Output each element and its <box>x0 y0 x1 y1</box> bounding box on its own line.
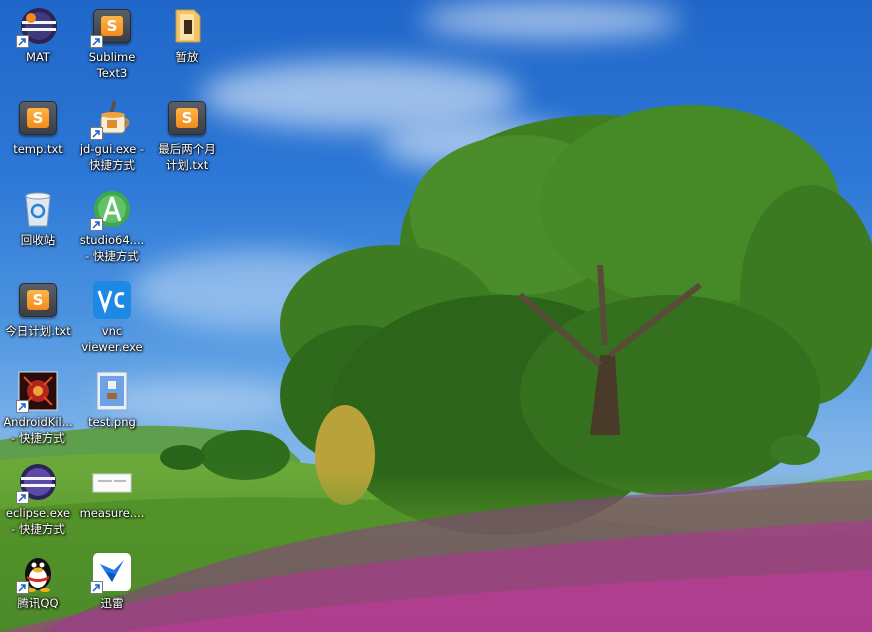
desktop-icon-today-plan[interactable]: S 今日计划.txt <box>0 274 76 358</box>
desktop-icon-eclipse[interactable]: eclipse.exe - 快捷方式 <box>0 456 76 540</box>
desktop-icon-label: measure.... <box>79 506 145 520</box>
sublime-text-icon: S <box>18 280 58 320</box>
desktop-icon-label: temp.txt <box>13 142 63 156</box>
android-studio-icon <box>90 189 132 231</box>
cloud <box>420 0 680 40</box>
shortcut-arrow-icon <box>16 35 29 48</box>
desktop-icon-label: 暂放 <box>175 50 199 64</box>
desktop-icon-label: 今日计划.txt <box>5 324 71 338</box>
androidkiller-icon <box>16 371 58 413</box>
desktop-icon-temp-txt[interactable]: S temp.txt <box>0 92 76 176</box>
desktop-icon-android-studio[interactable]: studio64.... - 快捷方式 <box>74 183 150 267</box>
desktop-icon-zanfang-folder[interactable]: 暂放 <box>149 0 225 84</box>
desktop-icon-androidkiller[interactable]: AndroidKil... - 快捷方式 <box>0 365 76 449</box>
image-thumbnail-icon <box>92 462 132 502</box>
recycle-bin-icon <box>18 189 58 229</box>
desktop-icon-label: vnc viewer.exe <box>81 324 143 354</box>
folder-icon <box>167 6 207 46</box>
image-file-icon <box>92 371 132 411</box>
desktop-icon-label: 最后两个月 计划.txt <box>158 142 216 172</box>
desktop-icon-label: eclipse.exe - 快捷方式 <box>5 506 71 536</box>
desktop-icon-last-two-months-plan[interactable]: S 最后两个月 计划.txt <box>149 92 225 176</box>
desktop-icon-label: 迅雷 <box>100 596 124 610</box>
desktop-icon-recycle-bin[interactable]: 回收站 <box>0 183 76 267</box>
desktop-icon-test-png[interactable]: test.png <box>74 365 150 449</box>
desktop-icon-thunder[interactable]: 迅雷 <box>74 546 150 630</box>
desktop-icon-mat[interactable]: MAT <box>0 0 76 84</box>
desktop-icon-label: 腾讯QQ <box>17 596 59 610</box>
shortcut-arrow-icon <box>90 218 103 231</box>
desktop-icon-label: studio64.... - 快捷方式 <box>79 233 145 263</box>
desktop-icon-vnc-viewer[interactable]: vnc viewer.exe <box>74 274 150 358</box>
vnc-viewer-icon <box>92 280 132 320</box>
desktop-icon-label: 回收站 <box>20 233 56 247</box>
desktop-icon-jd-gui[interactable]: jd-gui.exe - 快捷方式 <box>74 92 150 176</box>
small-tree <box>770 435 820 465</box>
shortcut-arrow-icon <box>90 581 103 594</box>
shortcut-arrow-icon <box>16 581 29 594</box>
eclipse-mat-icon <box>16 6 58 48</box>
shortcut-arrow-icon <box>16 400 29 413</box>
desktop-icon-label: AndroidKil... - 快捷方式 <box>3 415 73 445</box>
desktop-icon-label: Sublime Text3 <box>88 50 136 80</box>
desktop-icon-measure[interactable]: measure.... <box>74 456 150 540</box>
small-tree <box>160 445 205 470</box>
shortcut-arrow-icon <box>90 127 103 140</box>
shortcut-arrow-icon <box>16 491 29 504</box>
desktop-icon-label: jd-gui.exe - 快捷方式 <box>79 142 145 172</box>
desktop-icon-sublime-text3[interactable]: S Sublime Text3 <box>74 0 150 84</box>
thunder-icon <box>90 552 132 594</box>
eclipse-icon <box>16 462 58 504</box>
sublime-text-icon: S <box>90 6 132 48</box>
desktop-icon-label: MAT <box>26 50 50 64</box>
sublime-text-icon: S <box>18 98 58 138</box>
java-cup-icon <box>90 98 132 140</box>
desktop-icon-tencent-qq[interactable]: 腾讯QQ <box>0 546 76 630</box>
desktop-icon-label: test.png <box>88 415 136 429</box>
qq-penguin-icon <box>16 552 58 594</box>
shortcut-arrow-icon <box>90 35 103 48</box>
sublime-text-icon: S <box>167 98 207 138</box>
